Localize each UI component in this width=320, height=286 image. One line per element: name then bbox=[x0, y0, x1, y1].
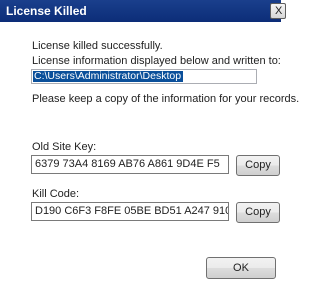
kill-code-field[interactable]: D190 C6F3 F8FE 05BE BD51 A247 9109 8F bbox=[31, 202, 229, 221]
license-killed-dialog: License Killed X License killed successf… bbox=[0, 0, 299, 286]
info-message: License information displayed below and … bbox=[32, 55, 281, 67]
window-title: License Killed bbox=[6, 4, 87, 18]
records-note: Please keep a copy of the information fo… bbox=[32, 93, 300, 105]
kill-code-label: Kill Code: bbox=[32, 188, 80, 200]
copy-kill-code-button[interactable]: Copy bbox=[236, 202, 280, 223]
ok-button[interactable]: OK bbox=[206, 257, 276, 279]
old-site-key-field[interactable]: 6379 73A4 8169 AB76 A861 9D4E F5 bbox=[31, 155, 229, 174]
copy-site-key-button[interactable]: Copy bbox=[236, 155, 280, 176]
title-bar[interactable]: License Killed X bbox=[0, 0, 286, 22]
old-site-key-label: Old Site Key: bbox=[32, 141, 97, 153]
close-icon: X bbox=[275, 5, 283, 17]
output-path-text: C:\Users\Administrator\Desktop bbox=[33, 70, 184, 82]
success-message: License killed successfully. bbox=[32, 40, 163, 52]
dialog-body: License killed successfully. License inf… bbox=[0, 22, 299, 286]
output-path-field[interactable]: C:\Users\Administrator\Desktop bbox=[31, 69, 257, 84]
close-button[interactable]: X bbox=[270, 3, 286, 19]
